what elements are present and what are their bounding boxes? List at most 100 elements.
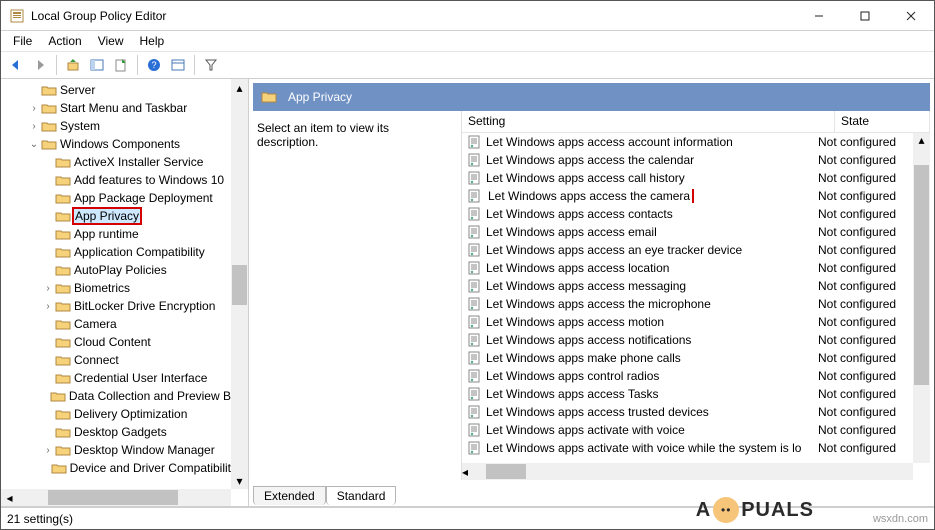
- setting-label: Let Windows apps access the camera: [486, 189, 818, 203]
- help-button[interactable]: ?: [143, 54, 165, 76]
- chevron-right-icon[interactable]: ›: [41, 283, 55, 294]
- tree-item[interactable]: Delivery Optimization: [1, 405, 231, 423]
- scroll-thumb[interactable]: [486, 464, 526, 479]
- chevron-right-icon[interactable]: ›: [27, 103, 41, 114]
- tree-item-label: Add features to Windows 10: [74, 173, 224, 187]
- setting-row[interactable]: Let Windows apps access TasksNot configu…: [462, 385, 913, 403]
- policy-icon: [466, 189, 482, 203]
- setting-label: Let Windows apps access trusted devices: [486, 405, 818, 419]
- setting-row[interactable]: Let Windows apps access emailNot configu…: [462, 223, 913, 241]
- minimize-button[interactable]: [796, 1, 842, 31]
- chevron-right-icon[interactable]: ›: [41, 301, 55, 312]
- policy-icon: [466, 153, 482, 167]
- menu-action[interactable]: Action: [40, 32, 89, 50]
- setting-row[interactable]: Let Windows apps access account informat…: [462, 133, 913, 151]
- scroll-down-icon[interactable]: ▾: [231, 472, 248, 489]
- body: Server›Start Menu and Taskbar›System ⌄ Win…: [1, 79, 934, 507]
- setting-row[interactable]: Let Windows apps access an eye tracker d…: [462, 241, 913, 259]
- setting-label: Let Windows apps access Tasks: [486, 387, 818, 401]
- tree-item[interactable]: Server: [1, 81, 231, 99]
- chevron-right-icon[interactable]: ›: [41, 445, 55, 456]
- setting-row[interactable]: Let Windows apps activate with voiceNot …: [462, 421, 913, 439]
- tree-item[interactable]: Desktop Gadgets: [1, 423, 231, 441]
- setting-row[interactable]: Let Windows apps access the calendarNot …: [462, 151, 913, 169]
- tree-item[interactable]: Data Collection and Preview B: [1, 387, 231, 405]
- setting-label: Let Windows apps access motion: [486, 315, 818, 329]
- tree-item[interactable]: Add features to Windows 10: [1, 171, 231, 189]
- tree-item-label: App Privacy: [74, 209, 140, 223]
- tree-item[interactable]: ›BitLocker Drive Encryption: [1, 297, 231, 315]
- tree-horizontal-scrollbar[interactable]: ◂: [1, 489, 231, 506]
- properties-button[interactable]: [167, 54, 189, 76]
- tree-item-label: Windows Components: [60, 137, 180, 151]
- tree-item[interactable]: ActiveX Installer Service: [1, 153, 231, 171]
- filter-button[interactable]: [200, 54, 222, 76]
- tree-item-label: AutoPlay Policies: [74, 263, 167, 277]
- setting-row[interactable]: Let Windows apps control radiosNot confi…: [462, 367, 913, 385]
- scroll-thumb[interactable]: [914, 165, 929, 385]
- setting-row[interactable]: Let Windows apps access locationNot conf…: [462, 259, 913, 277]
- tree-item[interactable]: Cloud Content: [1, 333, 231, 351]
- tree-item[interactable]: AutoPlay Policies: [1, 261, 231, 279]
- setting-row[interactable]: Let Windows apps access messagingNot con…: [462, 277, 913, 295]
- tree-view[interactable]: Server›Start Menu and Taskbar›System ⌄ Win…: [1, 79, 248, 506]
- chevron-down-icon[interactable]: ⌄: [27, 139, 41, 150]
- setting-row[interactable]: Let Windows apps activate with voice whi…: [462, 439, 913, 457]
- column-state[interactable]: State: [835, 111, 930, 132]
- tree-item[interactable]: Device and Driver Compatibilit: [1, 459, 231, 477]
- setting-row[interactable]: Let Windows apps access trusted devicesN…: [462, 403, 913, 421]
- forward-button[interactable]: [29, 54, 51, 76]
- policy-icon: [466, 279, 482, 293]
- tree-item[interactable]: ›Start Menu and Taskbar: [1, 99, 231, 117]
- policy-icon: [466, 369, 482, 383]
- setting-state: Not configured: [818, 315, 913, 329]
- tree-item[interactable]: Credential User Interface: [1, 369, 231, 387]
- setting-state: Not configured: [818, 225, 913, 239]
- setting-label: Let Windows apps access notifications: [486, 333, 818, 347]
- setting-row[interactable]: Let Windows apps access the cameraNot co…: [462, 187, 913, 205]
- setting-row[interactable]: Let Windows apps access the microphoneNo…: [462, 295, 913, 313]
- policy-icon: [466, 387, 482, 401]
- menu-file[interactable]: File: [5, 32, 40, 50]
- tree-item[interactable]: ›Biometrics: [1, 279, 231, 297]
- scroll-up-icon[interactable]: ▴: [231, 79, 248, 96]
- up-button[interactable]: [62, 54, 84, 76]
- tree-vertical-scrollbar[interactable]: ▴ ▾: [231, 79, 248, 489]
- tree-item[interactable]: Camera: [1, 315, 231, 333]
- tab-extended[interactable]: Extended: [253, 486, 326, 505]
- tree-item[interactable]: Application Compatibility: [1, 243, 231, 261]
- toolbar-separator: [194, 55, 195, 75]
- setting-label: Let Windows apps control radios: [486, 369, 818, 383]
- list-horizontal-scrollbar[interactable]: ◂: [462, 463, 913, 480]
- column-setting[interactable]: Setting: [462, 111, 835, 132]
- tree-item[interactable]: App Package Deployment: [1, 189, 231, 207]
- back-button[interactable]: [5, 54, 27, 76]
- menu-view[interactable]: View: [90, 32, 132, 50]
- maximize-button[interactable]: [842, 1, 888, 31]
- setting-row[interactable]: Let Windows apps access contactsNot conf…: [462, 205, 913, 223]
- export-list-button[interactable]: [110, 54, 132, 76]
- close-button[interactable]: [888, 1, 934, 31]
- tree-item[interactable]: App runtime: [1, 225, 231, 243]
- tab-standard[interactable]: Standard: [326, 486, 397, 505]
- tree-item[interactable]: ›System: [1, 117, 231, 135]
- tree-item[interactable]: App Privacy: [1, 207, 231, 225]
- scroll-left-icon[interactable]: ◂: [462, 465, 468, 479]
- list-vertical-scrollbar[interactable]: ▴: [913, 133, 930, 463]
- scroll-left-icon[interactable]: ◂: [1, 489, 18, 506]
- tree-item[interactable]: ⌄ Windows Components: [1, 135, 231, 153]
- tree-item-label: Credential User Interface: [74, 371, 207, 385]
- scroll-up-icon[interactable]: ▴: [918, 133, 924, 147]
- chevron-right-icon[interactable]: ›: [27, 121, 41, 132]
- settings-rows[interactable]: Let Windows apps access account informat…: [462, 133, 930, 480]
- setting-row[interactable]: Let Windows apps access call historyNot …: [462, 169, 913, 187]
- setting-row[interactable]: Let Windows apps access notificationsNot…: [462, 331, 913, 349]
- tree-item[interactable]: ›Desktop Window Manager: [1, 441, 231, 459]
- setting-row[interactable]: Let Windows apps make phone callsNot con…: [462, 349, 913, 367]
- scroll-thumb[interactable]: [48, 490, 178, 505]
- setting-row[interactable]: Let Windows apps access motionNot config…: [462, 313, 913, 331]
- scroll-thumb[interactable]: [232, 265, 247, 305]
- tree-item[interactable]: Connect: [1, 351, 231, 369]
- menu-help[interactable]: Help: [132, 32, 173, 50]
- show-hide-tree-button[interactable]: [86, 54, 108, 76]
